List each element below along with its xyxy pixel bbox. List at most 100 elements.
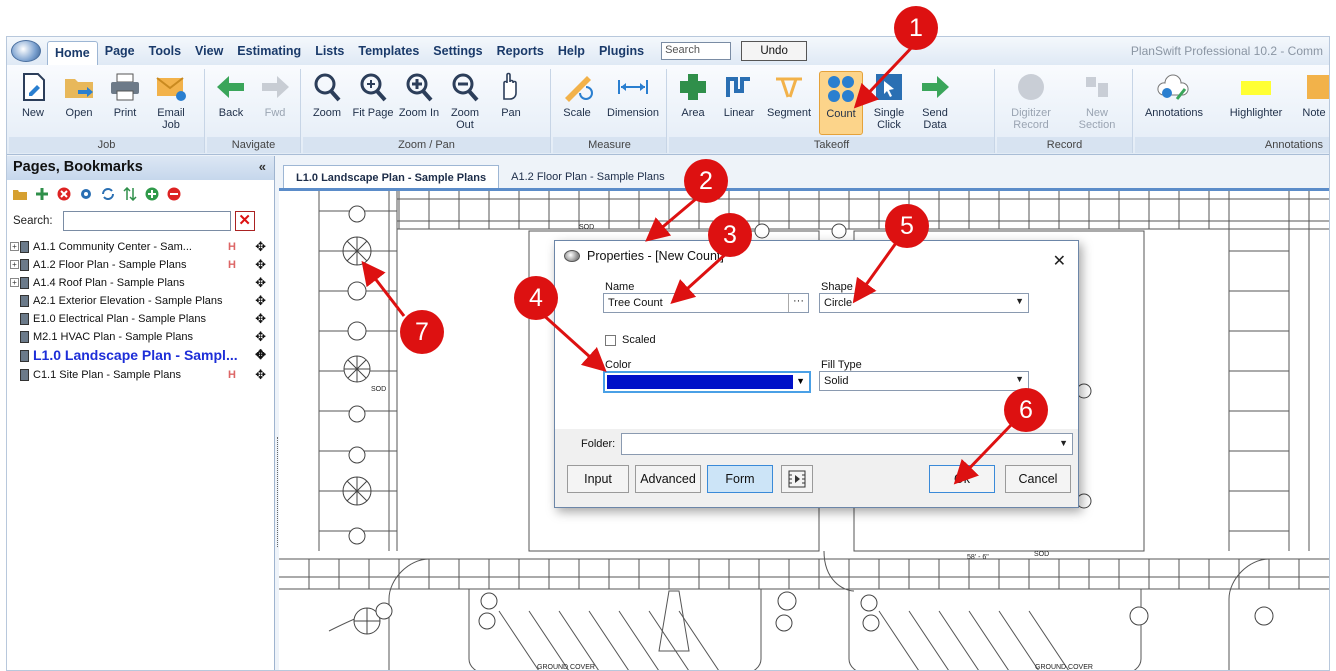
folder-icon[interactable]	[13, 188, 27, 200]
page-item-m2-1[interactable]: M2.1 HVAC Plan - Sample Plans ✥	[7, 328, 274, 346]
add-page-icon[interactable]	[35, 187, 49, 201]
expand-icon[interactable]: +	[10, 260, 19, 269]
name-value: Tree Count	[608, 297, 663, 309]
expand-all-icon[interactable]	[145, 187, 159, 201]
open-button[interactable]: Open	[57, 71, 101, 135]
collapse-sidebar-button[interactable]: «	[259, 159, 266, 174]
refresh-icon[interactable]	[101, 187, 115, 201]
menu-settings[interactable]: Settings	[426, 44, 489, 58]
page-item-l1-0[interactable]: L1.0 Landscape Plan - Sampl... ✥	[7, 346, 274, 366]
folder-select[interactable]: ▼	[621, 433, 1073, 455]
sort-icon[interactable]	[123, 187, 137, 201]
app-menu-button[interactable]	[11, 40, 41, 62]
cancel-button[interactable]: Cancel	[1005, 465, 1071, 493]
cloud-annotation-icon	[1157, 71, 1191, 103]
expand-icon[interactable]: +	[10, 242, 19, 251]
menu-search-input[interactable]: Search	[661, 42, 732, 60]
ok-button[interactable]: Ok	[929, 465, 995, 493]
move-icon[interactable]: ✥	[255, 310, 266, 328]
page-item-a1-2[interactable]: + A1.2 Floor Plan - Sample Plans H ✥	[7, 256, 274, 274]
settings-gear-icon[interactable]	[79, 187, 93, 201]
menu-reports[interactable]: Reports	[490, 44, 551, 58]
move-icon[interactable]: ✥	[255, 346, 266, 364]
fill-type-select[interactable]: Solid ▼	[819, 371, 1029, 391]
segment-button[interactable]: Segment	[763, 71, 815, 135]
scale-button-label: Scale	[563, 107, 591, 119]
name-browse-button[interactable]: ···	[788, 294, 808, 312]
linear-button[interactable]: Linear	[717, 71, 761, 135]
open-button-label: Open	[65, 107, 93, 119]
page-item-a1-1[interactable]: + A1.1 Community Center - Sam... H ✥	[7, 238, 274, 256]
email-job-button[interactable]: Email Job	[149, 71, 193, 135]
scaled-checkbox[interactable]	[605, 335, 616, 346]
page-item-a2-1[interactable]: A2.1 Exterior Elevation - Sample Plans ✥	[7, 292, 274, 310]
back-button[interactable]: Back	[209, 71, 253, 135]
page-item-e1-0[interactable]: E1.0 Electrical Plan - Sample Plans ✥	[7, 310, 274, 328]
highlighter-button[interactable]: Highlighter	[1221, 71, 1291, 135]
dimension-button[interactable]: Dimension	[603, 71, 663, 135]
form-button[interactable]: Form	[707, 465, 773, 493]
page-item-a1-4[interactable]: + A1.4 Roof Plan - Sample Plans ✥	[7, 274, 274, 292]
menu-estimating[interactable]: Estimating	[230, 44, 308, 58]
input-button[interactable]: Input	[567, 465, 629, 493]
page-icon	[20, 350, 29, 362]
highlight-marker-icon: H	[228, 241, 236, 253]
page-item-c1-1[interactable]: C1.1 Site Plan - Sample Plans H ✥	[7, 366, 274, 384]
sod-label-left: SOD	[371, 386, 386, 393]
menu-tools[interactable]: Tools	[142, 44, 188, 58]
advanced-button[interactable]: Advanced	[635, 465, 701, 493]
menu-page[interactable]: Page	[98, 44, 142, 58]
move-icon[interactable]: ✥	[255, 256, 266, 274]
send-data-button[interactable]: Send Data	[913, 71, 957, 135]
forward-button[interactable]: Fwd	[253, 71, 297, 135]
clear-search-button[interactable]: ✕	[234, 211, 255, 231]
digitizer-record-button-label: Digitizer Record	[1011, 107, 1051, 131]
single-click-button[interactable]: Single Click	[867, 71, 911, 135]
delete-page-icon[interactable]	[57, 187, 71, 201]
menu-lists[interactable]: Lists	[308, 44, 351, 58]
menu-view[interactable]: View	[188, 44, 230, 58]
area-button[interactable]: Area	[671, 71, 715, 135]
annotations-button[interactable]: Annotations	[1139, 71, 1209, 135]
dialog-title: Properties - [New Count]	[587, 249, 724, 263]
close-icon[interactable]: ✕	[1053, 247, 1066, 277]
group-navigate-label: Navigate	[207, 137, 300, 153]
move-icon[interactable]: ✥	[255, 366, 266, 384]
scale-button[interactable]: Scale	[555, 71, 599, 135]
zoom-button[interactable]: Zoom	[305, 71, 349, 135]
fit-page-button[interactable]: Fit Page	[351, 71, 395, 135]
sidebar-search-input[interactable]	[62, 211, 231, 231]
undo-button[interactable]: Undo	[741, 41, 808, 61]
pan-button[interactable]: Pan	[489, 71, 533, 135]
menu-plugins[interactable]: Plugins	[592, 44, 651, 58]
new-section-button[interactable]: New Section	[1067, 71, 1127, 135]
collapse-all-icon[interactable]	[167, 187, 181, 201]
zoom-in-button[interactable]: Zoom In	[397, 71, 441, 135]
pan-button-label: Pan	[501, 107, 521, 119]
note-button[interactable]: Note	[1297, 71, 1329, 135]
expand-icon[interactable]: +	[10, 278, 19, 287]
menu-home[interactable]: Home	[47, 41, 98, 65]
zoom-in-button-label: Zoom In	[398, 107, 440, 119]
shape-select[interactable]: Circle ▼	[819, 293, 1029, 313]
menu-templates[interactable]: Templates	[351, 44, 426, 58]
print-button[interactable]: Print	[103, 71, 147, 135]
zoom-out-button[interactable]: Zoom Out	[443, 71, 487, 135]
count-button[interactable]: Count	[819, 71, 863, 135]
color-select[interactable]: ▼	[603, 371, 811, 393]
move-icon[interactable]: ✥	[255, 328, 266, 346]
highlight-marker-icon: H	[228, 369, 236, 381]
email-icon	[154, 71, 188, 103]
tab-a1-2[interactable]: A1.2 Floor Plan - Sample Plans	[499, 165, 676, 189]
new-button[interactable]: New	[11, 71, 55, 135]
move-icon[interactable]: ✥	[255, 238, 266, 256]
menu-help[interactable]: Help	[551, 44, 592, 58]
media-toggle-button[interactable]	[781, 465, 813, 493]
move-icon[interactable]: ✥	[255, 274, 266, 292]
move-icon[interactable]: ✥	[255, 292, 266, 310]
name-field[interactable]: Tree Count ···	[603, 293, 809, 313]
tab-l1-0[interactable]: L1.0 Landscape Plan - Sample Plans	[283, 165, 500, 189]
callout-2: 2	[684, 159, 728, 203]
digitizer-record-button[interactable]: Digitizer Record	[1001, 71, 1061, 135]
zoom-out-icon	[448, 71, 482, 103]
